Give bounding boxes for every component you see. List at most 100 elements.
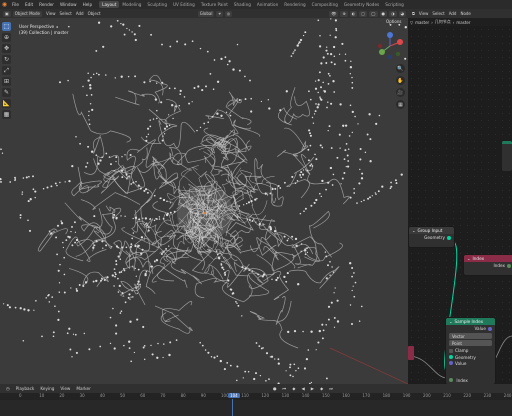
index-input-socket[interactable] — [449, 378, 453, 382]
play-reverse-icon[interactable]: ◀ — [299, 386, 308, 391]
scale-icon[interactable]: ⤢ — [2, 66, 11, 75]
geometry-socket[interactable] — [447, 235, 451, 240]
tab-texture-paint[interactable]: Texture Paint — [198, 1, 231, 8]
menu-file[interactable]: File — [9, 2, 22, 7]
particle-point — [241, 266, 244, 269]
shading-solid-icon[interactable]: ● — [379, 10, 387, 17]
select-box-icon[interactable]: ⬚ — [2, 22, 11, 31]
value-input-socket[interactable] — [449, 361, 453, 365]
current-frame-indicator[interactable]: 104 — [228, 393, 240, 398]
particle-point — [134, 267, 136, 270]
zoom-icon[interactable]: 🔍 — [396, 64, 405, 73]
data-type-dropdown[interactable]: Vector — [449, 333, 492, 339]
collapse-chevron-icon[interactable]: ⌄ — [467, 256, 471, 261]
collapse-chevron-icon[interactable]: ⌄ — [412, 228, 416, 233]
editor-type-timeline-icon[interactable]: ◷ — [3, 386, 13, 391]
options-button[interactable]: Options — [386, 19, 401, 24]
tab-geometry-nodes[interactable]: Geometry Nodes — [341, 1, 382, 8]
perspective-grid-icon[interactable]: ▦ — [396, 100, 405, 109]
frame-ruler[interactable]: 0 10 20 30 40 50 60 70 80 90 100 110 120 130 140 150 160… — [0, 393, 512, 400]
breadcrumb-modifier[interactable]: 几何节点 — [435, 19, 451, 25]
shading-render-icon[interactable]: ◕ — [398, 10, 406, 17]
shading-wire-icon[interactable]: ◯ — [369, 10, 378, 17]
offscreen-node[interactable] — [502, 141, 512, 171]
move-icon[interactable]: ✥ — [2, 44, 11, 53]
mode-dropdown[interactable]: Object Mode — [12, 10, 42, 17]
overlay-toggle-icon[interactable]: ◐ — [349, 10, 358, 17]
tab-layout[interactable]: Layout — [99, 1, 120, 8]
3d-viewport[interactable] — [0, 18, 408, 384]
xray-icon[interactable]: ▢ — [359, 10, 368, 17]
tab-sculpting[interactable]: Sculpting — [144, 1, 170, 8]
proportional-icon[interactable]: ◎ — [224, 10, 233, 17]
next-key-icon[interactable]: ◆ — [317, 386, 326, 391]
collapse-chevron-icon[interactable]: ⌄ — [449, 319, 453, 324]
offscreen-node[interactable] — [408, 346, 414, 360]
node-menu-node[interactable]: Node — [458, 11, 472, 16]
node-editor-canvas[interactable]: ⌄ Group Input Geometry ⌄ Index Index ⌄ S… — [408, 26, 512, 384]
particle-point — [317, 19, 320, 22]
clamp-checkbox[interactable] — [449, 348, 453, 353]
tab-rendering[interactable]: Rendering — [281, 1, 308, 8]
menu-add[interactable]: Add — [74, 11, 86, 16]
orientation-dropdown[interactable]: Global — [197, 10, 215, 17]
tab-scripting[interactable]: Scripting — [382, 1, 407, 8]
domain-dropdown[interactable]: Point — [449, 340, 492, 346]
snap-icon[interactable]: ⌖ — [216, 10, 223, 17]
particle-point — [229, 114, 232, 117]
sample-index-node[interactable]: ⌄ Sample Index Value Vector Point Clamp … — [445, 317, 496, 384]
cursor-icon[interactable]: ⊕ — [2, 33, 11, 42]
timeline-menu-playback[interactable]: Playback — [13, 386, 38, 391]
timeline-menu-view[interactable]: View — [57, 386, 73, 391]
navigation-gizmo[interactable] — [374, 30, 406, 62]
index-socket[interactable] — [507, 263, 511, 268]
blender-logo-icon[interactable]: ◉ — [0, 0, 9, 9]
particle-point — [325, 62, 328, 64]
measure-icon[interactable]: 📐 — [2, 99, 11, 108]
jump-end-icon[interactable]: ⏭ — [326, 386, 336, 391]
menu-object[interactable]: Object — [86, 11, 103, 16]
node-menu-view[interactable]: View — [417, 11, 431, 16]
editor-type-3d-icon[interactable]: ▣ — [3, 10, 11, 17]
value-output-socket[interactable] — [488, 326, 492, 331]
camera-icon[interactable]: 🎥 — [396, 88, 405, 97]
tab-shading[interactable]: Shading — [231, 1, 254, 8]
particle-point — [260, 100, 263, 103]
menu-select[interactable]: Select — [57, 11, 73, 16]
add-cube-icon[interactable]: ▦ — [2, 110, 11, 119]
tab-modeling[interactable]: Modeling — [119, 1, 144, 8]
menu-edit[interactable]: Edit — [22, 2, 36, 7]
node-menu-select[interactable]: Select — [430, 11, 446, 16]
jump-start-icon[interactable]: ⏮ — [280, 386, 290, 391]
prev-key-icon[interactable]: ◆ — [289, 386, 298, 391]
breadcrumb-object[interactable]: master — [415, 20, 429, 25]
particle-point — [6, 304, 9, 307]
timeline-menu-keying[interactable]: Keying — [37, 386, 57, 391]
record-icon[interactable]: ● — [270, 386, 280, 391]
play-icon[interactable]: ▶ — [308, 386, 317, 391]
gizmo-toggle-icon[interactable]: ⊕ — [340, 10, 348, 17]
menu-view[interactable]: View — [44, 11, 58, 16]
editor-type-nodes-icon[interactable]: ⧉ — [410, 11, 417, 16]
timeline-menu-marker[interactable]: Marker — [73, 386, 93, 391]
menu-render[interactable]: Render — [36, 2, 57, 7]
transform-icon[interactable]: ⊞ — [2, 77, 11, 86]
menu-help[interactable]: Help — [80, 2, 96, 7]
index-node[interactable]: ⌄ Index Index — [463, 254, 512, 276]
tab-animation[interactable]: Animation — [254, 1, 281, 8]
group-input-node[interactable]: ⌄ Group Input Geometry — [408, 226, 455, 248]
menu-window[interactable]: Window — [57, 2, 80, 7]
particle-point — [236, 365, 239, 368]
geometry-input-socket[interactable] — [449, 355, 453, 359]
breadcrumb-tree[interactable]: master — [456, 20, 470, 25]
shading-material-icon[interactable]: ◑ — [389, 10, 397, 17]
node-menu-add[interactable]: Add — [447, 11, 459, 16]
pan-hand-icon[interactable]: ✋ — [396, 76, 405, 85]
particle-point — [108, 156, 111, 158]
annotate-icon[interactable]: ✎ — [2, 88, 11, 97]
tab-compositing[interactable]: Compositing — [309, 1, 341, 8]
tab-uv-editing[interactable]: UV Editing — [170, 1, 198, 8]
rotate-icon[interactable]: ↻ — [2, 55, 11, 64]
timeline-area[interactable]: 0 10 20 30 40 50 60 70 80 90 100 110 120 130 140 150 160… — [0, 393, 512, 416]
visibility-icon[interactable]: 👁 — [329, 10, 339, 17]
